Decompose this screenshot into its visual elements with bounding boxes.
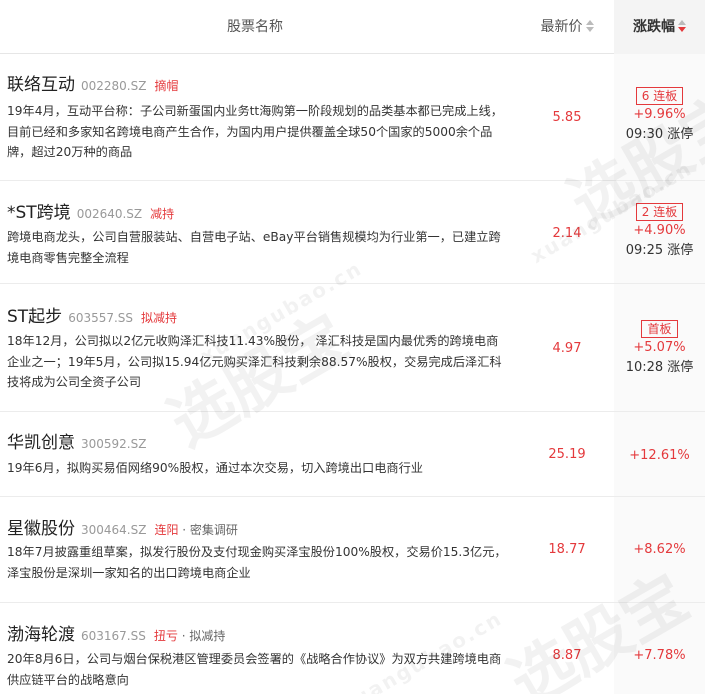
stock-name[interactable]: 华凯创意 — [7, 433, 75, 453]
limit-up-time: 10:28 涨停 — [625, 360, 694, 375]
change-percent: +4.90% — [633, 223, 686, 238]
stock-description: 19年6月，拟购买易佰网络90%股权，通过本次交易，切入跨境出口电商行业 — [7, 461, 423, 475]
stock-code: 300592.SZ — [81, 437, 147, 451]
stock-code: 300464.SZ — [81, 523, 147, 537]
change-percent: +7.78% — [633, 648, 686, 663]
header-change-label: 涨跌幅 — [633, 19, 675, 35]
stock-tag: 减持 — [150, 207, 175, 221]
stock-price: 8.87 — [552, 648, 582, 663]
change-percent: +5.07% — [633, 340, 686, 355]
stock-description: 19年4月，互动平台称：子公司新蛋国内业务tt海购第一阶段规划的品类基本都已完成… — [7, 104, 503, 159]
stock-table: 股票名称 最新价 涨跌幅 联络互动 002280.SZ 摘帽 19年4月，互动平台称… — [0, 0, 705, 694]
stock-tag: 拟减持 — [141, 311, 178, 325]
stock-description: 跨境电商龙头，公司自营服装站、自营电子站、eBay平台销售规模均为行业第一，已建… — [7, 230, 501, 265]
stock-tag: 扭亏 — [153, 629, 178, 643]
limit-board-badge: 6 连板 — [635, 87, 684, 105]
stock-description: 20年8月6日，公司与烟台保税港区管理委员会签署的《战略合作协议》为双方共建跨境… — [7, 652, 502, 687]
stock-price: 4.97 — [552, 341, 582, 356]
table-row[interactable]: 星徽股份 300464.SZ 连阳 · 密集调研 18年7月披露重组草案，拟发行股份… — [0, 497, 705, 603]
stock-tag: 连阳 — [154, 523, 179, 537]
change-percent: +12.61% — [629, 448, 690, 463]
header-price-sort[interactable]: 最新价 — [522, 0, 612, 54]
stock-price: 2.14 — [552, 226, 582, 241]
stock-name[interactable]: 渤海轮渡 — [7, 625, 75, 645]
stock-price: 5.85 — [552, 110, 582, 125]
limit-board-badge: 2 连板 — [635, 203, 684, 221]
stock-code: 603167.SS — [81, 629, 146, 643]
stock-description: 18年12月，公司拟以2亿元收购泽汇科技11.43%股份， 泽汇科技是国内最优秀… — [7, 334, 502, 389]
table-row[interactable]: *ST跨境 002640.SZ 减持 跨境电商龙头，公司自营服装站、自营电子站、eB… — [0, 181, 705, 284]
header-price-label: 最新价 — [540, 19, 583, 35]
stock-name[interactable]: *ST跨境 — [7, 203, 71, 223]
stock-code: 603557.SS — [68, 311, 134, 325]
table-row[interactable]: 华凯创意 300592.SZ 19年6月，拟购买易佰网络90%股权，通过本次交易，… — [0, 412, 705, 497]
stock-code: 002640.SZ — [76, 207, 143, 221]
table-header: 股票名称 最新价 涨跌幅 — [0, 0, 705, 54]
table-row[interactable]: 渤海轮渡 603167.SS 扭亏 · 拟减持 20年8月6日，公司与烟台保税港区管… — [0, 603, 705, 694]
limit-board-badge: 首板 — [641, 320, 678, 338]
stock-name[interactable]: ST起步 — [7, 307, 62, 327]
stock-code: 002280.SZ — [81, 79, 147, 93]
change-percent: +8.62% — [633, 542, 686, 557]
stock-tag-secondary: · 密集调研 — [178, 523, 238, 537]
stock-price: 25.19 — [548, 447, 586, 462]
header-change-sort[interactable]: 涨跌幅 — [614, 0, 705, 54]
table-row[interactable]: 联络互动 002280.SZ 摘帽 19年4月，互动平台称：子公司新蛋国内业务tt海… — [0, 55, 705, 181]
stock-name[interactable]: 联络互动 — [7, 75, 75, 95]
limit-up-time: 09:30 涨停 — [625, 127, 694, 142]
header-stock-name: 股票名称 — [227, 19, 283, 35]
stock-description: 18年7月披露重组草案，拟发行股份及支付现金购买泽宝股份100%股权，交易价15… — [7, 545, 507, 580]
stock-name[interactable]: 星徽股份 — [7, 519, 75, 539]
stock-price: 18.77 — [548, 542, 586, 557]
table-row[interactable]: ST起步 603557.SS 拟减持 18年12月，公司拟以2亿元收购泽汇科技11.… — [0, 284, 705, 412]
sort-desc-icon — [678, 20, 686, 32]
sort-icon — [585, 20, 594, 32]
stock-tag-secondary: · 拟减持 — [177, 629, 226, 643]
change-percent: +9.96% — [633, 107, 686, 122]
limit-up-time: 09:25 涨停 — [625, 243, 694, 258]
stock-tag: 摘帽 — [154, 79, 179, 93]
